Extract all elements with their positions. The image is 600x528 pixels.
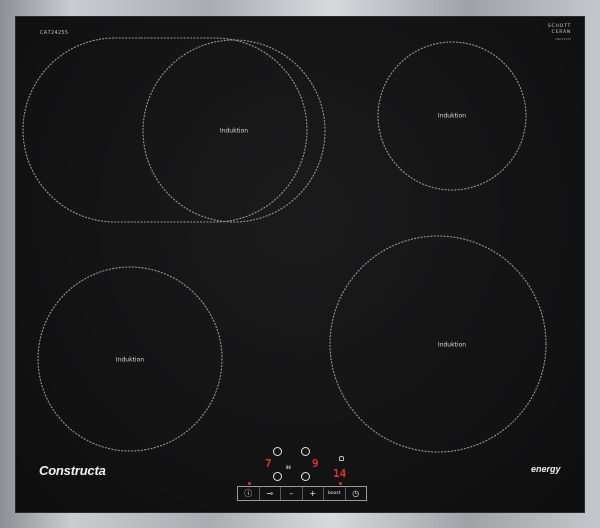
minus-button[interactable]: –	[281, 487, 303, 500]
zone-label-back-left: Induktion	[219, 127, 249, 135]
zone-label-bottom-left: Induktion	[115, 356, 145, 364]
zone-select-back-left[interactable]	[273, 447, 282, 456]
info-button[interactable]: ⓘ	[238, 487, 260, 500]
zone-select-front-right[interactable]	[301, 472, 310, 481]
control-panel: ⓘ ⊸ – + boost ◷	[237, 486, 367, 501]
cooktop-frame: CA724255 SCHOTT CERAN ABC12345 .dots { f…	[0, 0, 600, 528]
display-right-digit: 14	[333, 467, 347, 480]
brand-logo: Constructa	[39, 463, 106, 478]
display-mid-small: 88	[286, 465, 291, 470]
boost-button[interactable]: boost	[324, 487, 346, 500]
indicator-timer	[339, 482, 342, 485]
zone-label-bottom-right: Induktion	[437, 341, 467, 349]
flex-zone-outline	[22, 37, 308, 223]
energy-logo: energy	[531, 464, 561, 474]
lock-icon	[339, 456, 344, 461]
cooking-zones: .dots { fill: none; stroke: #9a9a9a; str…	[22, 37, 547, 453]
display-left-digit: 7	[265, 457, 272, 470]
glass-surface: CA724255 SCHOTT CERAN ABC12345 .dots { f…	[15, 16, 585, 513]
child-lock-button[interactable]: ⊸	[260, 487, 281, 500]
zone-label-back-right: Induktion	[437, 112, 467, 120]
zone-select-front-left[interactable]	[273, 472, 282, 481]
zone-select-back-right[interactable]	[301, 447, 310, 456]
plus-button[interactable]: +	[303, 487, 324, 500]
display-left-digit-2: 9	[312, 457, 319, 470]
indicator-info	[248, 482, 251, 485]
timer-button[interactable]: ◷	[346, 487, 367, 500]
